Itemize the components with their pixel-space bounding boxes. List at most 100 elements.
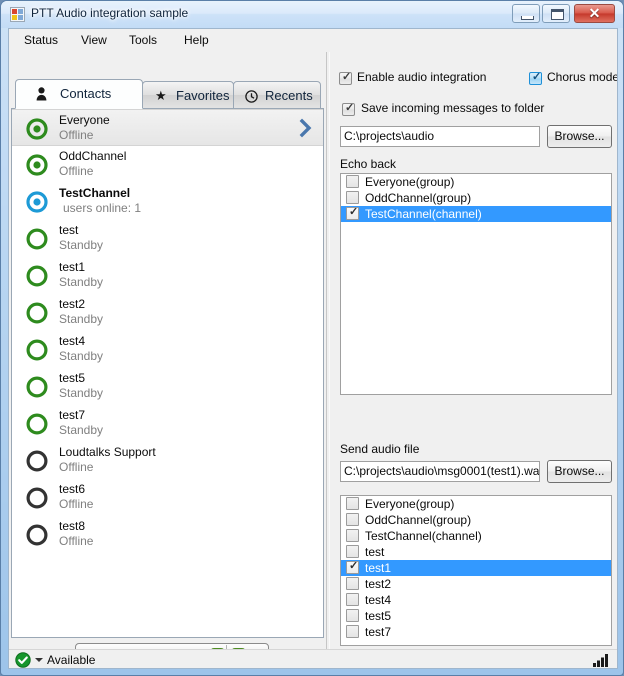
contact-name: test6	[59, 482, 86, 496]
menu-view[interactable]: View	[74, 32, 114, 48]
check-icon: ✓	[349, 560, 359, 572]
chevron-down-icon[interactable]	[35, 658, 43, 662]
row-label: test4	[365, 593, 392, 607]
tab-contacts[interactable]: Contacts	[15, 79, 143, 109]
minimize-icon	[521, 16, 534, 20]
contact-name: test1	[59, 260, 86, 274]
tab-recents[interactable]: Recents	[233, 81, 321, 109]
contact-list[interactable]: Everyone Offline OddChannel Offline TestChan…	[11, 108, 324, 638]
maximize-icon	[551, 9, 564, 20]
send-target-item[interactable]: TestChannel(channel)	[341, 528, 611, 544]
clock-icon	[245, 90, 258, 106]
tab-contacts-label: Contacts	[60, 86, 112, 101]
chorus-mode-label[interactable]: Chorus mode	[547, 70, 617, 84]
echo-back-item[interactable]: ✓ TestChannel(channel)	[341, 206, 611, 222]
send-target-item[interactable]: ✓ test1	[341, 560, 611, 576]
send-targets-list[interactable]: Everyone(group) OddChannel(group) TestChan…	[340, 495, 612, 646]
chevron-right-icon[interactable]	[299, 118, 313, 141]
row-label: OddChannel(group)	[365, 513, 472, 527]
check-icon: ✓	[345, 102, 355, 114]
send-target-item[interactable]: test5	[341, 608, 611, 624]
row-label: test1	[365, 561, 392, 575]
row-checkbox[interactable]	[346, 529, 359, 542]
contact-row[interactable]: test7 Standby	[12, 405, 323, 442]
status-bar: Available	[9, 649, 617, 668]
contact-row[interactable]: test6 Offline	[12, 479, 323, 516]
row-checkbox[interactable]: ✓	[346, 560, 359, 574]
enable-audio-label[interactable]: Enable audio integration	[357, 70, 486, 84]
row-checkbox[interactable]	[346, 609, 359, 622]
star-icon: ★	[155, 88, 167, 103]
save-incoming-checkbox[interactable]: ✓	[342, 103, 355, 116]
contact-name: TestChannel	[59, 186, 131, 200]
row-checkbox[interactable]	[346, 577, 359, 590]
window-title: PTT Audio integration sample	[31, 6, 189, 20]
tab-strip: Contacts ★ Favorites Recents	[11, 79, 324, 109]
contact-name: test7	[59, 408, 86, 422]
folder-path-input[interactable]: C:\projects\audio	[340, 126, 540, 147]
enable-audio-checkbox[interactable]: ✓	[339, 72, 352, 85]
send-target-item[interactable]: test	[341, 544, 611, 560]
contact-status: Offline	[59, 497, 94, 511]
close-button[interactable]: ✕	[574, 4, 615, 23]
row-label: Everyone(group)	[365, 175, 455, 189]
contact-row[interactable]: TestChannel users online: 1	[12, 183, 323, 220]
audio-browse-button[interactable]: Browse...	[547, 460, 612, 483]
echo-back-list[interactable]: Everyone(group) OddChannel(group) ✓ TestCha…	[340, 173, 612, 395]
menu-help[interactable]: Help	[177, 32, 216, 48]
tab-favorites[interactable]: ★ Favorites	[142, 81, 234, 109]
send-target-item[interactable]: test4	[341, 592, 611, 608]
contact-row[interactable]: test5 Standby	[12, 368, 323, 405]
contact-status: Standby	[59, 423, 104, 437]
send-target-item[interactable]: Everyone(group)	[341, 496, 611, 512]
person-icon	[36, 87, 47, 104]
contact-standby-icon	[26, 339, 48, 361]
save-incoming-label[interactable]: Save incoming messages to folder	[361, 101, 544, 115]
contact-row[interactable]: test8 Offline	[12, 516, 323, 553]
row-checkbox[interactable]	[346, 191, 359, 204]
tab-favorites-label: Favorites	[176, 88, 230, 103]
maximize-button[interactable]	[542, 4, 570, 23]
contact-row[interactable]: test Standby	[12, 220, 323, 257]
audio-file-path-input[interactable]: C:\projects\audio\msg0001(test1).wav	[340, 461, 540, 482]
echo-back-item[interactable]: OddChannel(group)	[341, 190, 611, 206]
status-text[interactable]: Available	[47, 653, 95, 667]
row-checkbox[interactable]	[346, 513, 359, 526]
menu-tools[interactable]: Tools	[122, 32, 164, 48]
send-target-item[interactable]: OddChannel(group)	[341, 512, 611, 528]
send-target-item[interactable]: test7	[341, 624, 611, 640]
send-target-item[interactable]: test2	[341, 576, 611, 592]
contact-status: users online: 1	[63, 201, 142, 215]
contact-standby-icon	[26, 376, 48, 398]
contact-name: test	[59, 223, 79, 237]
row-checkbox[interactable]: ✓	[346, 206, 359, 220]
contact-row[interactable]: test1 Standby	[12, 257, 323, 294]
send-audio-file-label: Send audio file	[340, 442, 420, 456]
row-checkbox[interactable]	[346, 625, 359, 638]
row-label: TestChannel(channel)	[365, 207, 482, 221]
signal-strength-icon	[593, 654, 609, 667]
contact-status: Standby	[59, 238, 104, 252]
chorus-mode-checkbox[interactable]: ✓	[529, 72, 542, 85]
folder-browse-button[interactable]: Browse...	[547, 125, 612, 148]
contact-row[interactable]: OddChannel Offline	[12, 146, 323, 183]
contact-status: Offline	[59, 460, 94, 474]
row-checkbox[interactable]	[346, 175, 359, 188]
row-checkbox[interactable]	[346, 497, 359, 510]
echo-back-item[interactable]: Everyone(group)	[341, 174, 611, 190]
contact-status: Offline	[59, 164, 94, 178]
contact-name: OddChannel	[59, 149, 127, 163]
close-icon: ✕	[588, 5, 601, 21]
row-checkbox[interactable]	[346, 545, 359, 558]
minimize-button[interactable]	[512, 4, 540, 23]
row-label: OddChannel(group)	[365, 191, 472, 205]
contact-row[interactable]: Loudtalks Support Offline	[12, 442, 323, 479]
available-check-icon	[15, 652, 31, 668]
menu-status[interactable]: Status	[17, 32, 65, 48]
tab-recents-label: Recents	[265, 88, 313, 103]
contact-row[interactable]: test4 Standby	[12, 331, 323, 368]
contact-row[interactable]: test2 Standby	[12, 294, 323, 331]
row-checkbox[interactable]	[346, 593, 359, 606]
contact-offline-icon	[26, 524, 48, 546]
contact-row[interactable]: Everyone Offline	[12, 109, 323, 146]
